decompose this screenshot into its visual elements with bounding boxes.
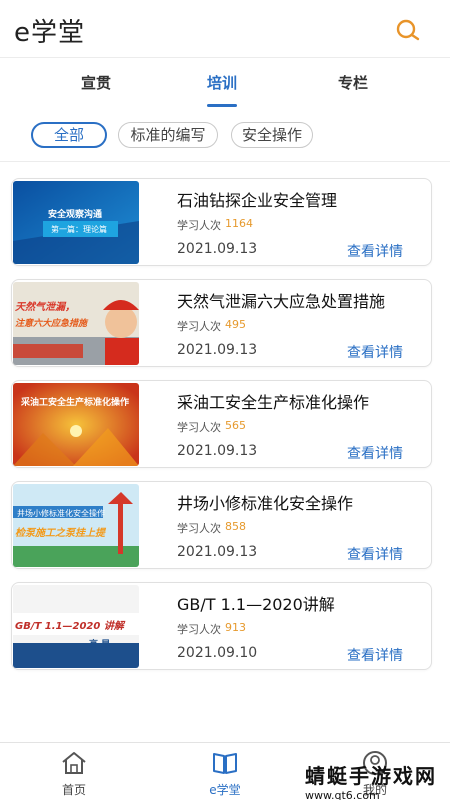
category-tabs: 宣贯 培训 专栏 <box>0 58 450 110</box>
watermark-text: 蜻蜓手游戏网 <box>305 764 437 788</box>
learn-count-value: 565 <box>225 419 246 432</box>
nav-item-home[interactable]: 首页 <box>44 749 104 798</box>
course-title: GB/T 1.1—2020讲解 <box>177 595 335 614</box>
search-icon <box>396 19 420 41</box>
filter-chip-safety-operation[interactable]: 安全操作 <box>231 122 313 148</box>
filter-chip-standard-writing[interactable]: 标准的编写 <box>118 122 218 148</box>
course-title: 石油钻探企业安全管理 <box>177 191 338 210</box>
learn-count-value: 1164 <box>225 217 253 230</box>
learn-count-label: 学习人次 <box>177 522 221 535</box>
course-card[interactable]: 采油工安全生产标准化操作 采油工安全生产标准化操作 学习人次 565 2021.… <box>11 380 432 468</box>
course-title: 天然气泄漏六大应急处置措施 <box>177 292 386 311</box>
app-title: e学堂 <box>14 18 85 48</box>
course-thumbnail: 安全观察沟通 第一篇：理论篇 <box>13 181 139 264</box>
learn-count-value: 858 <box>225 520 246 533</box>
learn-count-label: 学习人次 <box>177 219 221 232</box>
thumb-text: 采油工安全生产标准化操作 <box>21 398 130 408</box>
active-tab-indicator <box>207 104 237 107</box>
thumb-text: 安全观察沟通 <box>48 210 103 220</box>
course-thumbnail: 天然气泄漏， 注意六大应急措施 <box>13 282 139 365</box>
book-icon <box>213 753 237 774</box>
tab-xuanguan[interactable]: 宣贯 <box>81 72 111 93</box>
course-thumbnail: 采油工安全生产标准化操作 <box>13 383 139 466</box>
nav-label: e学堂 <box>209 783 241 797</box>
course-card[interactable]: GB/T 1.1—2020 讲解 高 昂 GB/T 1.1—2020讲解 学习人… <box>11 582 432 670</box>
tab-peixun[interactable]: 培训 <box>207 72 237 93</box>
course-date: 2021.09.13 <box>177 342 258 358</box>
course-date: 2021.09.13 <box>177 241 258 257</box>
thumb-text: 第一篇：理论篇 <box>51 225 107 234</box>
tab-zhuanlan[interactable]: 专栏 <box>338 72 368 93</box>
thumb-text: 井场小修标准化安全操作 <box>17 509 105 518</box>
site-watermark: 蜻蜓手游戏网 www.qt6.com <box>305 760 445 800</box>
thumb-text: 高 昂 <box>89 640 111 650</box>
search-button[interactable] <box>394 17 422 45</box>
learn-count-label: 学习人次 <box>177 623 221 636</box>
watermark-url: www.qt6.com <box>305 789 380 800</box>
thumb-text: 天然气泄漏， <box>15 302 75 313</box>
nav-item-elearning[interactable]: e学堂 <box>195 749 255 798</box>
learn-count-label: 学习人次 <box>177 421 221 434</box>
course-date: 2021.09.10 <box>177 645 258 661</box>
thumb-text: 检泵施工之泵挂上提 <box>15 528 105 539</box>
thumb-text: 注意六大应急措施 <box>15 319 88 329</box>
view-details-link[interactable]: 查看详情 <box>347 241 403 261</box>
home-icon <box>62 752 86 774</box>
view-details-link[interactable]: 查看详情 <box>347 443 403 463</box>
view-details-link[interactable]: 查看详情 <box>347 544 403 564</box>
course-card[interactable]: 天然气泄漏， 注意六大应急措施 天然气泄漏六大应急处置措施 学习人次 495 2… <box>11 279 432 367</box>
course-thumbnail: 井场小修标准化安全操作 检泵施工之泵挂上提 <box>13 484 139 567</box>
course-card[interactable]: 井场小修标准化安全操作 检泵施工之泵挂上提 井场小修标准化安全操作 学习人次 8… <box>11 481 432 569</box>
course-card[interactable]: 安全观察沟通 第一篇：理论篇 石油钻探企业安全管理 学习人次 1164 2021… <box>11 178 432 266</box>
course-title: 采油工安全生产标准化操作 <box>177 393 370 412</box>
learn-count-value: 495 <box>225 318 246 331</box>
app-header: e学堂 <box>0 0 450 58</box>
learn-count-value: 913 <box>225 621 246 634</box>
course-date: 2021.09.13 <box>177 544 258 560</box>
course-title: 井场小修标准化安全操作 <box>177 494 354 513</box>
course-date: 2021.09.13 <box>177 443 258 459</box>
filter-bar: 全部 标准的编写 安全操作 <box>0 110 450 162</box>
course-thumbnail: GB/T 1.1—2020 讲解 高 昂 <box>13 585 139 668</box>
learn-count-label: 学习人次 <box>177 320 221 333</box>
view-details-link[interactable]: 查看详情 <box>347 645 403 665</box>
thumb-text: GB/T 1.1—2020 讲解 <box>15 621 124 632</box>
filter-chip-all[interactable]: 全部 <box>31 122 107 148</box>
nav-label: 首页 <box>61 783 86 797</box>
view-details-link[interactable]: 查看详情 <box>347 342 403 362</box>
